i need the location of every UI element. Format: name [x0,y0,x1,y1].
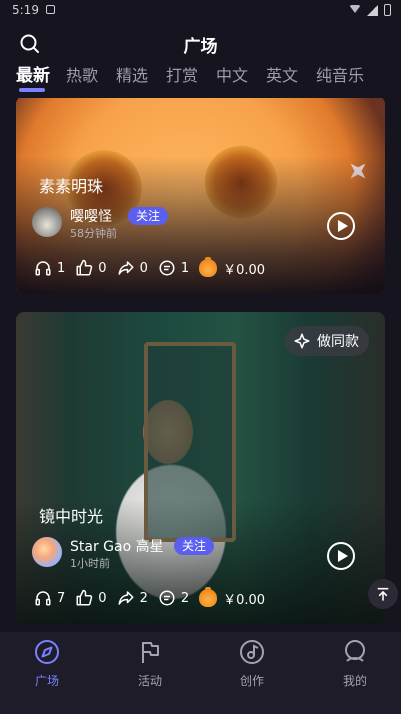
likes-stat[interactable]: 0 [75,259,107,277]
make-same-label: 做同款 [317,334,359,350]
comments-stat[interactable]: 1 [158,259,189,277]
arrow-up-icon [377,587,389,601]
post-feed[interactable]: 素素明珠 嘤嘤怪 关注 58分钟前 1 0 0 1 ￥0.00 做同款 镜中时光… [0,98,401,631]
comment-icon [159,590,175,606]
author-name[interactable]: Star Gao 高星 [70,536,164,556]
system-icons [349,4,391,16]
comments-count: 2 [180,590,190,606]
wifi-icon [349,5,361,15]
post-card[interactable]: 素素明珠 嘤嘤怪 关注 58分钟前 1 0 0 1 ￥0.00 [16,98,385,294]
nav-label: 广场 [34,674,59,688]
nav-label: 创作 [239,674,264,688]
headphones-icon [35,261,51,276]
thumbs-up-icon [76,259,93,276]
likes-count: 0 [98,260,107,276]
post-time: 1小时前 [70,557,110,570]
comment-icon [159,260,175,276]
thumbs-up-icon [76,589,93,606]
sparkle-icon [294,333,310,349]
nav-plaza[interactable]: 广场 [7,638,87,689]
nav-label: 我的 [342,674,367,688]
money-bag-icon [199,257,218,277]
tab-featured[interactable]: 精选 [116,62,148,86]
post-title: 素素明珠 [39,177,104,196]
flag-icon [142,642,159,663]
reward-stat[interactable]: ￥0.00 [199,257,266,278]
author-name[interactable]: 嘤嘤怪 [70,206,112,226]
notification-icon [46,5,55,14]
page-title: 广场 [183,37,218,57]
tab-chinese[interactable]: 中文 [216,62,248,86]
play-button[interactable] [327,212,355,240]
post-card[interactable]: 做同款 镜中时光 Star Gao 高星 关注 1小时前 7 0 2 2 ￥0.… [16,312,385,624]
status-bar: 5:19 [0,0,401,24]
follow-button[interactable]: 关注 [174,537,215,555]
nav-activity[interactable]: 活动 [110,638,190,689]
follow-button[interactable]: 关注 [128,207,169,225]
nav-mine[interactable]: 我的 [315,638,395,689]
post-time: 58分钟前 [70,227,117,240]
nav-label: 活动 [137,674,162,688]
author-row: Star Gao 高星 关注 1小时前 [32,537,372,571]
reward-stat[interactable]: ￥0.00 [199,587,266,608]
play-button[interactable] [327,542,355,570]
nav-create[interactable]: 创作 [212,638,292,689]
money-bag-icon [199,587,218,607]
tab-english[interactable]: 英文 [266,62,298,86]
post-title: 镜中时光 [39,507,104,526]
share-icon [118,591,134,605]
tab-active-indicator [19,88,45,92]
battery-icon [384,4,391,16]
tab-instrumental[interactable]: 纯音乐 [316,62,364,86]
comments-stat[interactable]: 2 [158,589,189,607]
author-row: 嘤嘤怪 关注 58分钟前 [32,207,372,241]
reward-amount: ￥0.00 [223,262,266,278]
make-same-button[interactable]: 做同款 [285,326,369,356]
top-bar: 广场 [0,24,401,62]
likes-stat[interactable]: 0 [75,589,107,607]
listens-stat: 7 [34,589,65,607]
bottom-nav: 广场 活动 创作 我的 [0,632,401,714]
shares-stat[interactable]: 2 [117,589,148,607]
signal-icon [367,4,378,16]
music-disc-icon [240,640,264,664]
tab-hot[interactable]: 热歌 [66,62,98,86]
status-time: 5:19 [12,3,39,17]
tab-reward[interactable]: 打赏 [166,62,198,86]
share-icon [118,261,134,275]
profile-icon [345,640,365,662]
cover-mirror [144,342,236,542]
category-tabs: 最新 热歌 精选 打赏 中文 英文 纯音乐 [0,60,401,94]
stats-row: 1 0 0 1 ￥0.00 [34,257,374,278]
shares-stat[interactable]: 0 [117,259,148,277]
listens-count: 1 [57,260,66,276]
comments-count: 1 [180,260,190,276]
tab-latest[interactable]: 最新 [16,61,50,86]
avatar[interactable] [32,537,62,567]
likes-count: 0 [98,590,107,606]
back-to-top-button[interactable] [368,579,398,609]
shares-count: 2 [139,590,148,606]
stats-row: 7 0 2 2 ￥0.00 [34,587,374,608]
avatar[interactable] [32,207,62,237]
listens-stat: 1 [34,259,65,277]
shares-count: 0 [139,260,148,276]
headphones-icon [35,591,51,606]
compass-icon [35,640,59,664]
listens-count: 7 [57,590,66,606]
reward-amount: ￥0.00 [223,592,266,608]
